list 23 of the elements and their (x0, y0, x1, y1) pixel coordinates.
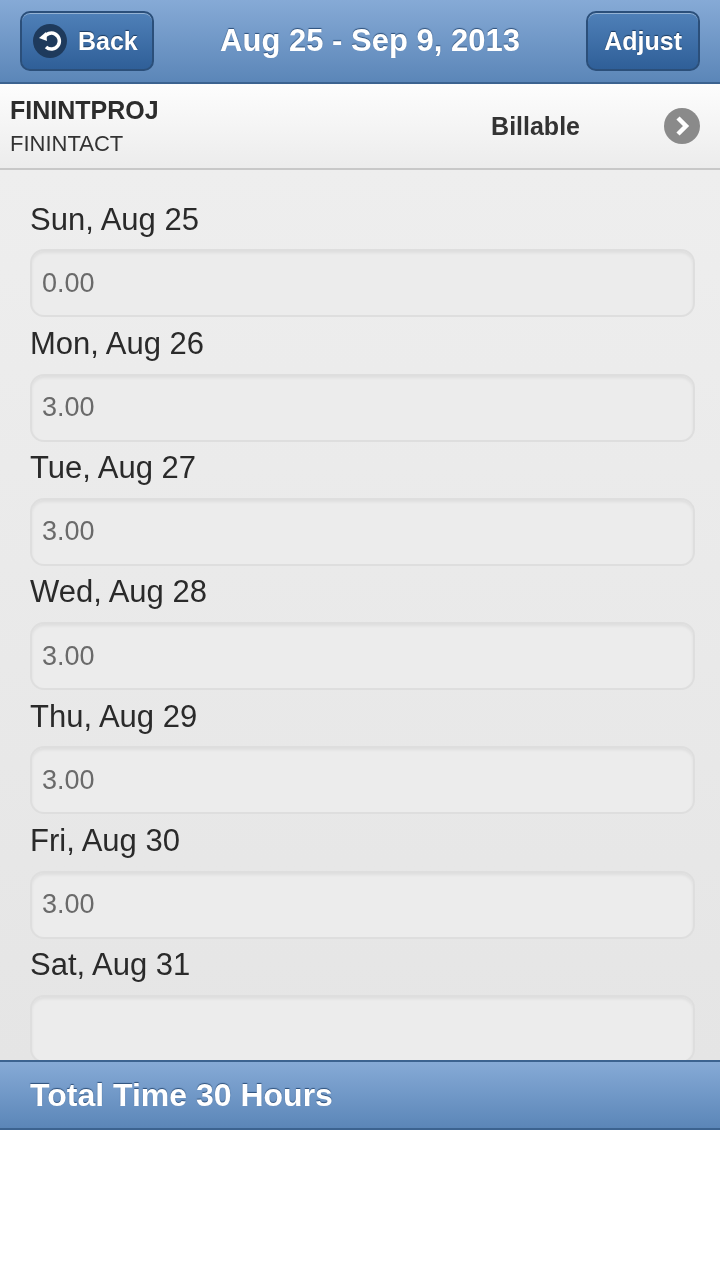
hours-field[interactable]: 3.00 (30, 373, 695, 442)
hours-field[interactable]: 3.00 (30, 746, 695, 815)
back-button[interactable]: Back (20, 11, 154, 71)
back-icon (32, 23, 68, 59)
adjust-button[interactable]: Adjust (586, 11, 700, 71)
day-label: Sun, Aug 25 (30, 200, 199, 239)
hours-field[interactable]: 3.00 (30, 497, 695, 566)
billing-type: Billable (491, 111, 580, 141)
day-label: Mon, Aug 26 (30, 324, 205, 363)
day-label: Wed, Aug 28 (30, 573, 207, 612)
day-label: Tue, Aug 27 (30, 449, 197, 488)
day-label: Sat, Aug 31 (30, 946, 191, 985)
hours-field[interactable]: 0.00 (30, 249, 695, 318)
day-label: Thu, Aug 29 (30, 697, 198, 736)
day-label: Fri, Aug 30 (30, 822, 180, 861)
date-range-title: Aug 25 - Sep 9, 2013 (220, 23, 520, 59)
project-code: FININTPROJ (10, 95, 160, 125)
chevron-right-icon[interactable] (664, 108, 700, 144)
hours-field[interactable]: 3.00 (30, 622, 695, 691)
activity-code: FININTACT (10, 130, 125, 157)
hours-field[interactable] (30, 994, 695, 1060)
hours-field[interactable]: 3.00 (30, 870, 695, 939)
total-time: Total Time 30 Hours (30, 1076, 333, 1114)
